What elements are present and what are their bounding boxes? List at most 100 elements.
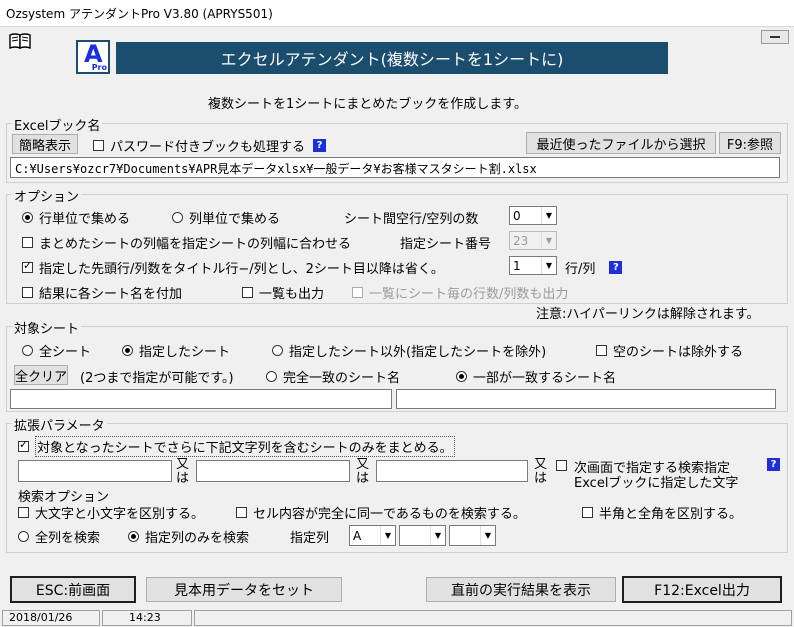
match-width-option[interactable]: まとめたシートの列幅を指定シートの列幅に合わせる [22,233,351,252]
list-counts-checkbox [352,287,363,298]
chevron-down-icon: ▼ [541,207,556,224]
partial-match-radio[interactable] [456,371,467,382]
manual-book-icon[interactable] [8,32,32,50]
show-last-result-button[interactable]: 直前の実行結果を表示 [426,577,616,602]
exclude-empty-checkbox[interactable] [596,345,607,356]
output-list-option[interactable]: 一覧も出力 [242,283,324,302]
sheet-name-input-1[interactable] [10,389,392,409]
search-string-2[interactable] [196,460,350,482]
next-screen-checkbox[interactable] [556,460,567,471]
title-rows-checkbox[interactable] [22,259,33,273]
search-string-1[interactable] [18,460,172,482]
all-sheets-option[interactable]: 全シート [22,341,91,360]
sheet-no-select: 23 ▼ [509,231,557,250]
width-label: 半角と全角を区別する。 [599,507,743,522]
help-icon[interactable]: ? [609,261,623,274]
title-rows-unit-label: 行/列 [565,262,596,277]
col-unit-option[interactable]: 列単位で集める [172,208,280,227]
spec-cols-radio[interactable] [128,531,139,542]
help-icon[interactable]: ? [767,458,780,471]
exact-match-option[interactable]: 完全一致のシート名 [266,367,400,386]
search-string-3[interactable] [376,460,528,482]
whole-cell-label: セル内容が完全に同一であるものを検索する。 [253,507,526,522]
width-option[interactable]: 半角と全角を区別する。 [582,503,742,522]
app-logo: A Pro [76,40,110,74]
next-screen-label-2: Excelブックに指定した文字 [574,476,739,491]
whole-cell-option[interactable]: セル内容が完全に同一であるものを検索する。 [236,503,526,522]
col-select-1-value: A [353,528,362,543]
or-label-3: 又は [534,457,548,486]
password-option[interactable]: パスワード付きブックも処理する ? [93,136,327,155]
col-unit-label: 列単位で集める [189,212,281,227]
whole-cell-checkbox[interactable] [236,507,247,518]
match-width-checkbox[interactable] [22,237,33,248]
case-checkbox[interactable] [18,507,29,518]
contains-label: 対象となったシートでさらに下記文字列を含むシートのみをまとめる。 [35,436,455,457]
sheet-no-value: 23 [513,233,529,248]
all-cols-label: 全列を検索 [35,531,101,546]
excel-path-field[interactable]: C:¥Users¥ozcr7¥Documents¥APR見本データxlsx¥一般… [10,157,780,178]
append-name-checkbox[interactable] [22,287,33,298]
specified-sheets-radio[interactable] [122,345,133,356]
title-bar: Ozsystem アテンダントPro V3.80 (APRYS501) [0,0,794,27]
all-cols-option[interactable]: 全列を検索 [18,527,100,546]
brief-view-button[interactable]: 簡略表示 [12,134,78,154]
gap-value: 0 [513,208,521,223]
title-rows-value: 1 [513,258,521,273]
partial-match-label: 一部が一致するシート名 [473,371,617,386]
row-unit-radio[interactable] [22,212,33,223]
all-cols-radio[interactable] [18,531,29,542]
extended-params-legend: 拡張パラメータ [12,415,107,434]
except-sheets-radio[interactable] [272,345,283,356]
col-select-3[interactable]: ▼ [449,525,496,546]
password-checkbox[interactable] [93,140,104,151]
banner-title: エクセルアテンダント(複数シートを1シートに) [220,50,564,69]
window-menu-button[interactable] [761,30,789,44]
title-rows-option[interactable]: 指定した先頭行/列数をタイトル行−/列とし、2シート目以降は省く。 [22,258,444,277]
sheet-no-label: 指定シート番号 [400,237,492,252]
width-checkbox[interactable] [582,507,593,518]
match-width-label: まとめたシートの列幅を指定シートの列幅に合わせる [39,237,352,252]
output-list-checkbox[interactable] [242,287,253,298]
exact-match-radio[interactable] [266,371,277,382]
page-description: 複数シートを1シートにまとめたブックを作成します。 [208,97,527,112]
esc-back-button[interactable]: ESC:前画面 [10,576,136,603]
spec-cols-label: 指定列のみを検索 [145,531,250,546]
case-label: 大文字と小文字を区別する。 [35,507,205,522]
title-rows-label: 指定した先頭行/列数をタイトル行−/列とし、2シート目以降は省く。 [39,262,444,277]
all-sheets-radio[interactable] [22,345,33,356]
help-icon[interactable]: ? [313,139,327,152]
row-unit-label: 行単位で集める [39,212,131,227]
contains-option[interactable]: 対象となったシートでさらに下記文字列を含むシートのみをまとめる。 [18,436,455,457]
row-unit-option[interactable]: 行単位で集める [22,208,130,227]
title-rows-select[interactable]: 1 ▼ [509,256,557,275]
append-name-label: 結果に各シート名を付加 [39,287,183,302]
list-counts-option: 一覧にシート毎の行数/列数も出力 [352,283,568,302]
next-screen-option[interactable] [556,460,573,471]
col-select-2[interactable]: ▼ [399,525,446,546]
list-counts-label: 一覧にシート毎の行数/列数も出力 [369,287,569,302]
contains-checkbox[interactable] [18,438,29,452]
status-time: 14:23 [102,610,192,626]
except-sheets-option[interactable]: 指定したシート以外(指定したシートを除外) [272,341,546,360]
gap-select[interactable]: 0 ▼ [509,206,557,225]
partial-match-option[interactable]: 一部が一致するシート名 [456,367,616,386]
exclude-empty-option[interactable]: 空のシートは除外する [596,341,743,360]
gap-label: シート間空行/空列の数 [344,212,479,227]
recent-files-button[interactable]: 最近使ったファイルから選択 [526,132,716,154]
browse-button[interactable]: F9:参照 [719,132,781,154]
exclude-empty-label: 空のシートは除外する [613,345,744,360]
specified-sheets-label: 指定したシート [139,345,231,360]
case-option[interactable]: 大文字と小文字を区別する。 [18,503,204,522]
col-unit-radio[interactable] [172,212,183,223]
sheet-name-input-2[interactable] [396,389,776,409]
spec-cols-option[interactable]: 指定列のみを検索 [128,527,249,546]
set-sample-data-button[interactable]: 見本用データをセット [146,577,342,602]
col-select-1[interactable]: A ▼ [349,525,396,546]
append-name-option[interactable]: 結果に各シート名を付加 [22,283,182,302]
excel-output-button[interactable]: F12:Excel出力 [622,576,782,603]
logo-sub: Pro [91,63,107,72]
specified-sheets-option[interactable]: 指定したシート [122,341,230,360]
clear-all-button[interactable]: 全クリア [14,365,68,385]
chevron-down-icon: ▼ [430,526,445,545]
